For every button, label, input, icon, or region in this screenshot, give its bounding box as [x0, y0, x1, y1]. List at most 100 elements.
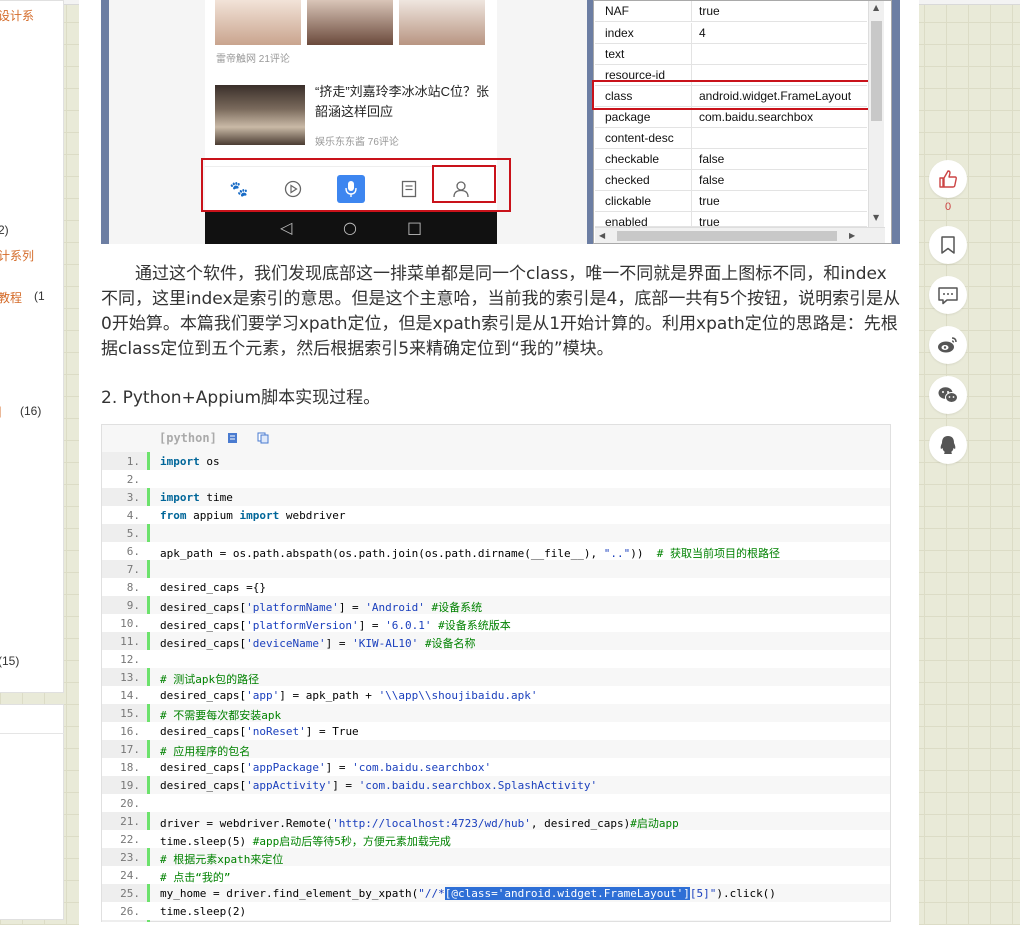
vertical-scrollbar[interactable]: ▲ ▼ [868, 1, 884, 227]
prop-value: true [699, 215, 720, 227]
category-link-3[interactable]: 教程 [0, 289, 22, 306]
code-text: desired_caps['noReset'] = True [160, 725, 359, 738]
line-number: 9. [126, 599, 140, 612]
prop-key: package [605, 110, 651, 124]
code-token: desired_caps[ [160, 689, 247, 702]
comment-button[interactable] [929, 276, 967, 314]
share-weibo-button[interactable] [929, 326, 967, 364]
prop-key: clickable [605, 194, 652, 208]
prop-value: true [699, 194, 720, 208]
scroll-down-icon[interactable]: ▼ [873, 213, 879, 222]
scroll-right-icon[interactable]: ▶ [849, 231, 855, 240]
category-panel: 设计系 2) 计系列 教程 (1 ] (16) (15) [0, 0, 64, 693]
code-token: driver = webdriver.Remote( [160, 817, 333, 830]
code-token: "//* [418, 887, 445, 900]
code-token: webdriver [279, 509, 346, 522]
section-heading: 2. Python+Appium脚本实现过程。 [101, 388, 381, 408]
line-number: 13. [120, 671, 140, 684]
favorite-button[interactable] [929, 226, 967, 264]
horizontal-scrollbar[interactable]: ◀ ▶ [595, 227, 885, 243]
code-line: 8. desired_caps ={} [102, 578, 890, 596]
code-token: time [199, 491, 233, 504]
code-token: '6.0.1' [385, 619, 432, 632]
code-token: # 点击“我的” [160, 871, 231, 884]
code-text: my_home = driver.find_element_by_xpath("… [160, 887, 776, 900]
code-line: 19. desired_caps['appActivity'] = 'com.ba… [102, 776, 890, 794]
code-line: 26. time.sleep(2) [102, 902, 890, 920]
scroll-left-icon[interactable]: ◀ [599, 231, 605, 240]
code-text: time.sleep(2) [160, 905, 246, 918]
prop-key: index [605, 26, 634, 40]
code-text: import time [160, 491, 233, 504]
line-number: 14. [120, 689, 140, 702]
code-line: 22. time.sleep(5) #app启动后等待5秒，方便元素加载完成 [102, 830, 890, 848]
prop-key: NAF [605, 4, 629, 18]
category-count-3: (1 [34, 289, 45, 303]
code-line: 25. my_home = driver.find_element_by_xpat… [102, 884, 890, 902]
code-token: desired_caps[ [160, 637, 247, 650]
share-wechat-button[interactable] [929, 376, 967, 414]
left-sidebar: 设计系 2) 计系列 教程 (1 ] (16) (15) [0, 0, 66, 925]
view-plain-icon[interactable] [227, 432, 238, 444]
like-button[interactable] [929, 160, 967, 198]
line-number: 15. [120, 707, 140, 720]
code-token: 'com.baidu.searchbox.SplashActivity' [358, 779, 598, 792]
code-line: 9. desired_caps['platformName'] = 'Androi… [102, 596, 890, 614]
prop-row: clickable true [595, 191, 867, 212]
news-meta: 娱乐东东酱 76评论 [315, 137, 399, 148]
code-token: ".." [603, 547, 631, 560]
scroll-thumb[interactable] [617, 231, 837, 241]
prop-value: com.baidu.searchbox [699, 110, 814, 124]
code-token: import [160, 491, 200, 504]
category-link-1[interactable]: 2) [0, 223, 9, 237]
line-number: 1. [126, 455, 140, 468]
prop-row: checked false [595, 170, 867, 191]
line-number: 19. [120, 779, 140, 792]
code-token: 'deviceName' [246, 637, 326, 650]
copy-code-icon[interactable] [257, 432, 269, 444]
code-text: # 根据元素xpath来定位 [160, 851, 283, 867]
category-link-0[interactable]: 设计系 [0, 7, 34, 24]
code-text: driver = webdriver.Remote('http://localh… [160, 815, 679, 831]
code-token: #设备名称 [424, 637, 476, 650]
line-number: 25. [120, 887, 140, 900]
prop-row: NAF true [595, 1, 867, 22]
line-number: 22. [120, 833, 140, 846]
code-token: 'noReset' [246, 725, 306, 738]
code-token: ] = [325, 761, 353, 774]
category-link-4[interactable]: ] [0, 404, 1, 418]
code-token: ] = apk_path + [279, 689, 379, 702]
line-number: 8. [126, 581, 140, 594]
line-number: 21. [120, 815, 140, 828]
code-token: # 获取当前项目的根路径 [656, 547, 780, 560]
code-text: desired_caps['platformName'] = 'Android'… [160, 599, 482, 615]
code-line: 18. desired_caps['appPackage'] = 'com.bai… [102, 758, 890, 776]
code-token: ] = True [305, 725, 359, 738]
line-number: 16. [120, 725, 140, 738]
code-text: desired_caps['appActivity'] = 'com.baidu… [160, 779, 597, 792]
code-line: 17. # 应用程序的包名 [102, 740, 890, 758]
line-number: 23. [120, 851, 140, 864]
prop-key: text [605, 47, 625, 61]
category-link-2[interactable]: 计系列 [0, 247, 34, 264]
code-line: 12. [102, 650, 890, 668]
class-highlight-box [592, 80, 874, 110]
code-token: ] = [358, 619, 386, 632]
code-token: 'appActivity' [246, 779, 333, 792]
line-number: 18. [120, 761, 140, 774]
share-qq-button[interactable] [929, 426, 967, 464]
code-text: import os [160, 455, 220, 468]
scroll-thumb[interactable] [871, 21, 882, 121]
news-meta: 雷帝触网 21评论 [216, 54, 290, 65]
selected-code-text: [@class='android.widget.FrameLayout'] [444, 887, 690, 900]
article-paragraph: 通过这个软件，我们发现底部这一排菜单都是同一个class，唯一不同就是界面上图标… [101, 264, 901, 359]
code-token: )) [630, 547, 657, 560]
prop-value: 4 [699, 26, 706, 40]
scroll-up-icon[interactable]: ▲ [873, 3, 879, 12]
home-icon: ○ [343, 218, 357, 237]
prop-value: false [699, 152, 725, 166]
category-link-5[interactable]: (15) [0, 654, 19, 668]
news-thumb [215, 0, 301, 45]
code-token: apk_path = os.path.abspath(os.path.join(… [160, 547, 604, 560]
